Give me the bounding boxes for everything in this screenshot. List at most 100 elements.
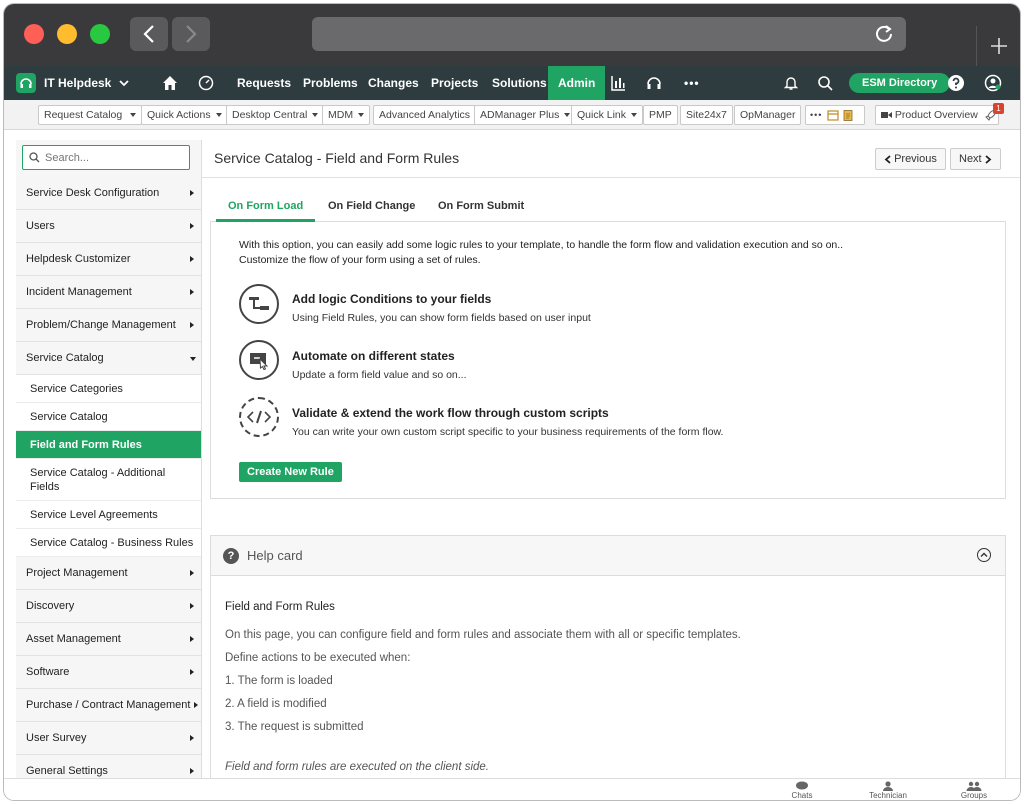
chevron-right-icon — [190, 603, 194, 609]
browser-back-button[interactable] — [130, 17, 168, 51]
next-button[interactable]: Next — [950, 148, 1001, 170]
sidebar-item-asset-management[interactable]: Asset Management — [16, 623, 201, 656]
caret-down-icon — [358, 113, 365, 118]
previous-button[interactable]: Previous — [875, 148, 946, 170]
chevron-right-icon — [190, 289, 194, 295]
rule-tabs: On Form Load On Field Change On Form Sub… — [210, 196, 1006, 222]
chevron-right-icon — [194, 702, 198, 708]
chevron-right-icon — [190, 256, 194, 262]
admanager-plus-label: ADManager Plus — [480, 109, 560, 121]
bell-icon[interactable] — [783, 75, 799, 91]
reports-icon[interactable] — [610, 75, 626, 91]
esm-directory-button[interactable]: ESM Directory — [849, 73, 951, 93]
chat-icon — [796, 781, 808, 790]
app-name: IT Helpdesk — [44, 76, 112, 90]
quick-link-dropdown[interactable]: Quick Link — [571, 105, 644, 125]
quickbar-more[interactable]: ••• — [805, 105, 865, 125]
notification-badge: 1 — [993, 103, 1004, 114]
sidebar-subitem-service-categories[interactable]: Service Categories — [16, 375, 201, 403]
nav-solutions[interactable]: Solutions — [492, 66, 547, 100]
sidebar-subitem-service-catalog[interactable]: Service Catalog — [16, 403, 201, 431]
help-icon[interactable] — [947, 74, 965, 92]
sidebar-subitem-business-rules[interactable]: Service Catalog - Business Rules — [16, 529, 201, 557]
sidebar-subitem-additional-fields[interactable]: Service Catalog - Additional Fields — [16, 459, 201, 501]
technician-button[interactable]: Technician — [858, 781, 918, 800]
browser-forward-button[interactable] — [172, 17, 210, 51]
feature-title: Add logic Conditions to your fields — [292, 292, 492, 306]
page-header: Service Catalog - Field and Form Rules P… — [202, 140, 1020, 178]
nav-projects[interactable]: Projects — [431, 66, 478, 100]
sidebar-subitem-field-and-form-rules[interactable]: Field and Form Rules — [16, 431, 201, 459]
help-list-item: 1. The form is loaded — [225, 675, 333, 687]
chats-button[interactable]: Chats — [772, 781, 832, 800]
technician-label: Technician — [869, 791, 907, 800]
sidebar-item-service-catalog[interactable]: Service Catalog — [16, 342, 201, 375]
minimize-window-button[interactable] — [57, 24, 77, 44]
user-profile-icon[interactable] — [984, 74, 1002, 92]
chevron-down-icon — [190, 357, 196, 361]
sidebar-item-incident-management[interactable]: Incident Management — [16, 276, 201, 309]
help-card-header[interactable]: ? Help card — [211, 536, 1005, 576]
form-load-panel: With this option, you can easily add som… — [210, 222, 1006, 499]
search-icon[interactable] — [817, 75, 833, 91]
sidebar-item-purchase-contract-management[interactable]: Purchase / Contract Management — [16, 689, 201, 722]
sidebar-item-software[interactable]: Software — [16, 656, 201, 689]
support-headset-icon[interactable] — [646, 75, 662, 91]
custom-scripts-icon — [239, 397, 279, 437]
pmp-link[interactable]: PMP — [643, 105, 678, 125]
zoom-window-button[interactable] — [90, 24, 110, 44]
more-menu[interactable]: ••• — [684, 66, 700, 100]
advanced-analytics-link[interactable]: Advanced Analytics — [373, 105, 477, 125]
product-overview-button[interactable]: Product Overview — [875, 105, 999, 125]
desktop-central-dropdown[interactable]: Desktop Central — [226, 105, 325, 125]
search-icon — [29, 152, 40, 163]
help-paragraph: On this page, you can configure field an… — [225, 629, 741, 641]
quick-actions-dropdown[interactable]: Quick Actions — [141, 105, 228, 125]
sidebar-item-label: Discovery — [26, 600, 75, 612]
request-catalog-dropdown[interactable]: Request Catalog — [38, 105, 143, 125]
quick-actions-label: Quick Actions — [147, 109, 211, 121]
close-window-button[interactable] — [24, 24, 44, 44]
person-icon — [883, 781, 893, 791]
groups-button[interactable]: Groups — [944, 781, 1004, 800]
search-input[interactable] — [45, 149, 185, 167]
tab-on-field-change[interactable]: On Field Change — [316, 196, 427, 222]
sidebar-item-users[interactable]: Users — [16, 210, 201, 243]
nav-requests[interactable]: Requests — [237, 66, 291, 100]
site24x7-link[interactable]: Site24x7 — [680, 105, 733, 125]
chevron-right-icon — [190, 322, 194, 328]
sidebar-item-service-desk-configuration[interactable]: Service Desk Configuration — [16, 177, 201, 210]
main-content: Service Catalog - Field and Form Rules P… — [202, 130, 1020, 782]
nav-problems[interactable]: Problems — [303, 66, 358, 100]
opmanager-link[interactable]: OpManager — [734, 105, 802, 125]
plus-icon — [990, 38, 1007, 54]
sidebar-subitem-service-level-agreements[interactable]: Service Level Agreements — [16, 501, 201, 529]
help-list-item: 3. The request is submitted — [225, 721, 364, 733]
nav-admin[interactable]: Admin — [548, 66, 606, 100]
sidebar-item-user-survey[interactable]: User Survey — [16, 722, 201, 755]
sidebar-item-general-settings[interactable]: General Settings — [16, 755, 201, 780]
bottom-bar: Chats Technician Groups — [4, 778, 1020, 800]
app-switcher[interactable]: IT Helpdesk — [16, 73, 129, 93]
sidebar-item-label: General Settings — [26, 765, 108, 777]
sidebar-item-helpdesk-customizer[interactable]: Helpdesk Customizer — [16, 243, 201, 276]
dashboard-icon[interactable] — [198, 75, 214, 91]
tab-on-form-load[interactable]: On Form Load — [216, 196, 316, 222]
home-icon[interactable] — [162, 75, 178, 91]
sidebar-item-project-management[interactable]: Project Management — [16, 557, 201, 590]
chevron-right-icon — [190, 190, 194, 196]
mdm-dropdown[interactable]: MDM — [322, 105, 371, 125]
sidebar-item-problem-change-management[interactable]: Problem/Change Management — [16, 309, 201, 342]
tab-on-form-submit[interactable]: On Form Submit — [426, 196, 536, 222]
caret-down-icon — [215, 113, 222, 118]
collapse-icon[interactable] — [977, 548, 991, 562]
chevron-right-icon — [186, 25, 197, 43]
new-tab-button[interactable] — [976, 26, 1020, 66]
create-new-rule-button[interactable]: Create New Rule — [239, 462, 342, 482]
sidebar-search[interactable] — [22, 145, 190, 170]
sidebar-item-discovery[interactable]: Discovery — [16, 590, 201, 623]
address-bar[interactable] — [312, 17, 906, 51]
admanager-plus-dropdown[interactable]: ADManager Plus — [474, 105, 577, 125]
reload-icon[interactable] — [874, 24, 894, 44]
nav-changes[interactable]: Changes — [368, 66, 419, 100]
